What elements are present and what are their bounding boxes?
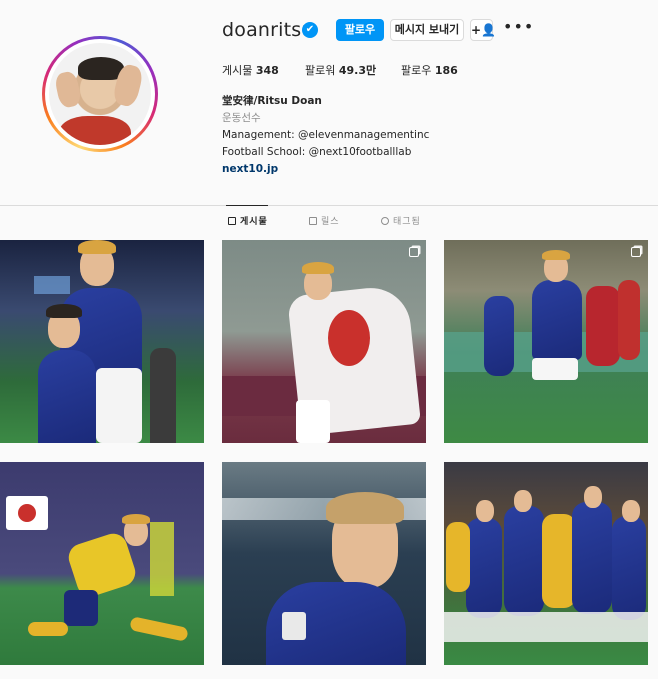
- player-figure: [504, 506, 544, 616]
- reels-icon: [309, 216, 317, 225]
- player-hair: [78, 240, 116, 254]
- player-figure: [612, 516, 646, 620]
- tab-reels-label: 릴스: [321, 217, 340, 227]
- more-options-icon[interactable]: •••: [503, 19, 533, 40]
- tab-posts[interactable]: 게시물: [228, 214, 268, 227]
- followers-label: 팔로워: [305, 64, 336, 77]
- player-hair: [46, 304, 82, 318]
- player-face: [622, 500, 640, 522]
- goal-post: [150, 522, 174, 596]
- grid-icon: [228, 216, 236, 225]
- player-figure: [532, 280, 582, 360]
- player-hair: [542, 250, 570, 260]
- tab-posts-label: 게시물: [240, 217, 268, 227]
- posts-grid: [0, 240, 658, 679]
- carousel-icon: [409, 247, 419, 257]
- profile-full-name: 堂安律/Ritsu Doan: [222, 95, 322, 107]
- tab-reels[interactable]: 릴스: [309, 214, 340, 227]
- post-thumbnail[interactable]: [222, 462, 426, 665]
- player-figure: [446, 522, 470, 592]
- player-figure: [466, 518, 502, 618]
- player-shorts: [532, 358, 578, 380]
- following-count[interactable]: 팔로우 186: [401, 62, 458, 78]
- tab-tagged-label: 태그됨: [393, 217, 421, 227]
- avatar-shirt: [59, 116, 131, 145]
- bio-management: Management: @elevenmanagementinc: [222, 129, 430, 141]
- following-value: 186: [434, 64, 458, 77]
- bio-football-school: Football School: @next10footballlab: [222, 146, 412, 158]
- profile-category: 운동선수: [222, 112, 261, 124]
- profile-bio: 堂安律/Ritsu Doan 운동선수 Management: @elevenm…: [222, 93, 429, 178]
- add-user-icon[interactable]: +👤: [470, 19, 496, 41]
- player-shorts: [296, 400, 330, 443]
- player-figure: [542, 514, 576, 608]
- stadium-screen: [34, 276, 70, 294]
- avatar[interactable]: [49, 43, 151, 145]
- japan-flag-sun: [328, 310, 370, 366]
- active-tab-indicator: [226, 205, 268, 206]
- player-figure: [38, 350, 96, 443]
- photographer-figure: [150, 348, 176, 443]
- tag-icon: [381, 216, 389, 225]
- followers-value: 49.3만: [338, 64, 377, 77]
- posts-label: 게시물: [222, 64, 253, 77]
- bio-website-link[interactable]: next10.jp: [222, 161, 429, 178]
- player-figure: [484, 296, 514, 376]
- player-hair: [326, 492, 404, 524]
- profile-tabs: 게시물 릴스 태그됨: [0, 205, 658, 239]
- profile-username: doanritsu: [222, 19, 314, 41]
- post-thumbnail[interactable]: [0, 240, 204, 443]
- player-shorts: [64, 590, 98, 626]
- message-button[interactable]: 메시지 보내기: [390, 19, 464, 41]
- avatar-story-ring[interactable]: [42, 36, 158, 152]
- tab-tagged[interactable]: 태그됨: [381, 214, 421, 227]
- post-thumbnail[interactable]: [0, 462, 204, 665]
- opponent-figure: [618, 280, 640, 360]
- followers-count[interactable]: 팔로워 49.3만: [305, 62, 376, 78]
- jersey-patch: [282, 612, 306, 640]
- player-figure: [572, 502, 612, 614]
- verified-badge-icon: ✔: [302, 22, 318, 38]
- japan-flag-sun: [18, 504, 36, 522]
- player-leg: [28, 622, 68, 636]
- player-hair: [302, 262, 334, 274]
- player-face: [476, 500, 494, 522]
- following-label: 팔로우: [401, 64, 432, 77]
- follow-button[interactable]: 팔로우: [336, 19, 384, 41]
- profile-header: doanritsu ✔ 팔로우 메시지 보내기 +👤 ••• 게시물 348 팔…: [0, 0, 658, 205]
- posts-count: 게시물 348: [222, 62, 279, 78]
- post-thumbnail[interactable]: [222, 240, 426, 443]
- opponent-figure: [586, 286, 620, 366]
- player-hair: [122, 514, 150, 524]
- posts-value: 348: [255, 64, 279, 77]
- player-leg: [129, 616, 189, 642]
- carousel-icon: [631, 247, 641, 257]
- avatar-border: [45, 39, 155, 149]
- flag-cloth: [96, 368, 142, 443]
- player-face: [584, 486, 602, 508]
- players-shorts-row: [444, 612, 648, 642]
- post-thumbnail[interactable]: [444, 462, 648, 665]
- player-face: [514, 490, 532, 512]
- post-thumbnail[interactable]: [444, 240, 648, 443]
